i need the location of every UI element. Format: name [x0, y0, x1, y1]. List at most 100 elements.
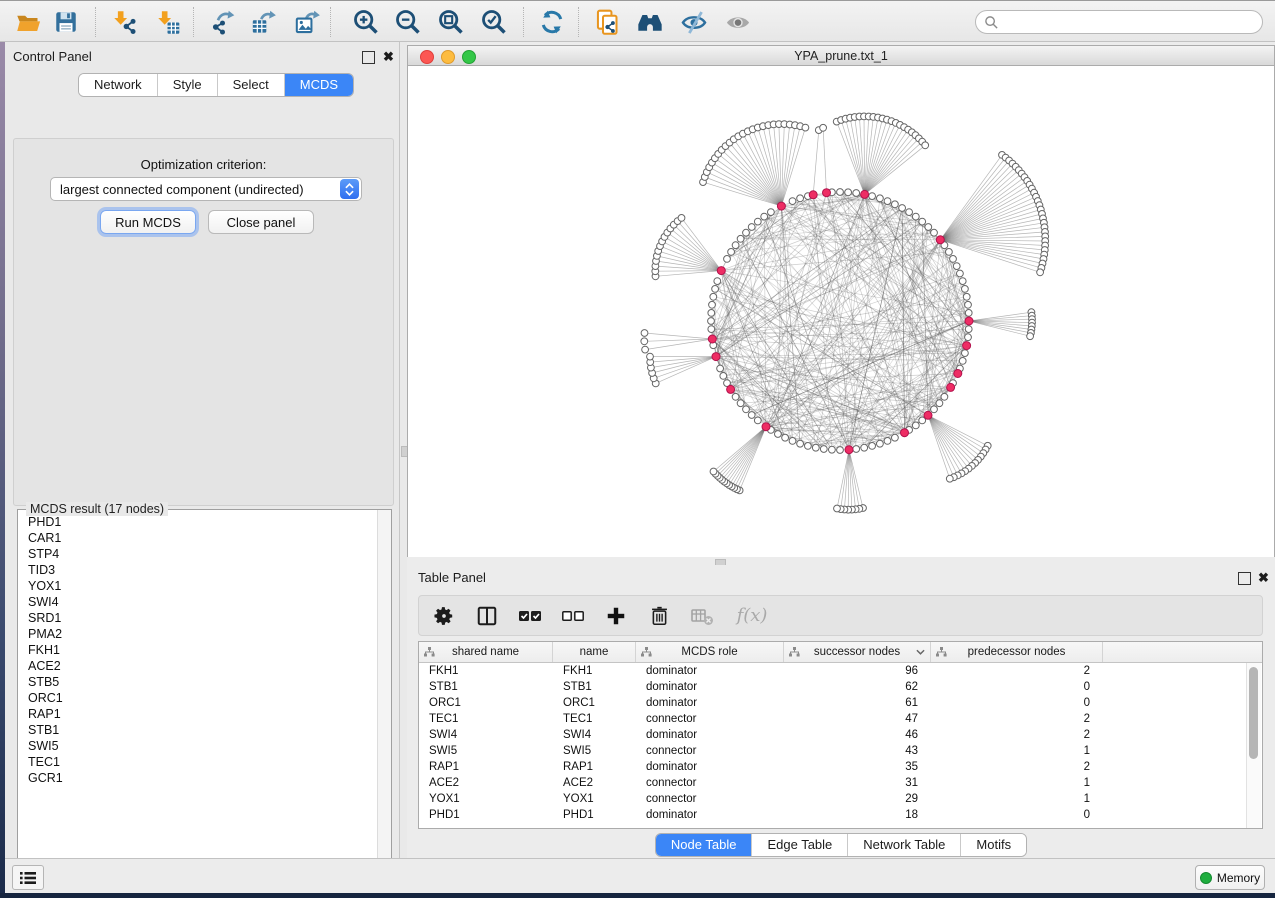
mcds-result-item[interactable]: TEC1	[19, 754, 371, 770]
control-tab-mcds[interactable]: MCDS	[285, 74, 353, 96]
cell-successor-nodes: 18	[784, 809, 931, 821]
mcds-result-item[interactable]: SWI4	[19, 594, 371, 610]
search-field[interactable]	[975, 10, 1263, 34]
open-file-icon[interactable]	[13, 8, 43, 36]
export-table-icon[interactable]	[248, 8, 278, 36]
control-tab-style[interactable]: Style	[158, 74, 218, 96]
mcds-result-item[interactable]: PHD1	[19, 514, 371, 530]
table-settings-gear-icon[interactable]	[431, 603, 457, 629]
network-canvas[interactable]	[407, 66, 1275, 558]
float-panel-icon[interactable]	[362, 51, 375, 64]
column-header-MCDS-role[interactable]: MCDS role	[636, 642, 784, 662]
cell-shared-name: SWI4	[419, 729, 553, 741]
table-row[interactable]: ACE2ACE2connector311	[419, 775, 1262, 791]
table-row[interactable]: YOX1YOX1connector291	[419, 791, 1262, 807]
table-tab-motifs[interactable]: Motifs	[961, 834, 1026, 856]
main-toolbar	[0, 0, 1275, 42]
zoom-fit-icon[interactable]	[436, 8, 466, 36]
network-window-titlebar[interactable]: YPA_prune.txt_1	[407, 45, 1275, 66]
table-row[interactable]: SWI4SWI4dominator462	[419, 727, 1262, 743]
save-session-icon[interactable]	[51, 8, 81, 36]
show-graphics-details-icon[interactable]	[723, 8, 753, 36]
cell-MCDS-role: connector	[636, 713, 784, 725]
deselect-all-icon[interactable]	[560, 603, 586, 629]
task-history-button[interactable]	[12, 865, 44, 890]
mcds-result-item[interactable]: CAR1	[19, 530, 371, 546]
import-table-icon[interactable]	[152, 8, 182, 36]
search-objects-icon[interactable]	[635, 8, 665, 36]
column-chooser-icon[interactable]	[474, 603, 500, 629]
search-icon	[984, 15, 999, 30]
cell-name: RAP1	[553, 761, 636, 773]
table-row[interactable]: RAP1RAP1dominator352	[419, 759, 1262, 775]
table-toolbar: f(x)	[418, 595, 1263, 636]
cell-shared-name: FKH1	[419, 665, 553, 677]
mcds-result-item[interactable]: YOX1	[19, 578, 371, 594]
delete-table-icon[interactable]	[689, 603, 715, 629]
table-panel-titlebar: Table Panel ✖	[407, 567, 1275, 589]
control-tab-select[interactable]: Select	[218, 74, 285, 96]
close-panel-icon[interactable]: ✖	[383, 50, 394, 63]
search-input[interactable]	[999, 14, 1262, 30]
mcds-result-item[interactable]: SRD1	[19, 610, 371, 626]
mcds-result-item[interactable]: PMA2	[19, 626, 371, 642]
memory-label: Memory	[1217, 871, 1260, 885]
function-builder-icon[interactable]: f(x)	[732, 603, 772, 629]
hide-graphics-details-icon[interactable]	[679, 8, 709, 36]
table-row[interactable]: PHD1PHD1dominator180	[419, 807, 1262, 823]
table-row[interactable]: FKH1FKH1dominator962	[419, 663, 1262, 679]
column-header-shared-name[interactable]: shared name	[419, 642, 553, 662]
clone-network-icon[interactable]	[592, 8, 622, 36]
table-tab-network-table[interactable]: Network Table	[848, 834, 961, 856]
column-header-name[interactable]: name	[553, 642, 636, 662]
import-network-icon[interactable]	[108, 8, 138, 36]
vertical-splitter[interactable]	[400, 42, 407, 858]
cell-successor-nodes: 31	[784, 777, 931, 789]
status-bar: Memory	[5, 858, 1275, 893]
float-panel-icon[interactable]	[1238, 572, 1251, 585]
criterion-dropdown[interactable]: largest connected component (undirected)	[50, 177, 362, 201]
mcds-result-item[interactable]: STB1	[19, 722, 371, 738]
zoom-in-icon[interactable]	[351, 8, 381, 36]
column-header-successor-nodes[interactable]: successor nodes	[784, 642, 931, 662]
control-tab-network[interactable]: Network	[79, 74, 158, 96]
toolbar-separator	[330, 7, 331, 37]
close-panel-icon[interactable]: ✖	[1258, 571, 1269, 584]
mcds-result-item[interactable]: TID3	[19, 562, 371, 578]
mcds-result-item[interactable]: GCR1	[19, 770, 371, 786]
export-image-icon[interactable]	[292, 8, 322, 36]
column-header-predecessor-nodes[interactable]: predecessor nodes	[931, 642, 1103, 662]
export-network-icon[interactable]	[207, 8, 237, 36]
table-row[interactable]: SWI5SWI5connector431	[419, 743, 1262, 759]
mcds-result-item[interactable]: STB5	[19, 674, 371, 690]
table-scrollbar[interactable]	[1246, 663, 1261, 828]
close-panel-button[interactable]: Close panel	[208, 210, 314, 234]
mcds-result-item[interactable]: RAP1	[19, 706, 371, 722]
run-mcds-button[interactable]: Run MCDS	[100, 210, 196, 234]
table-row[interactable]: TEC1TEC1connector472	[419, 711, 1262, 727]
zoom-selected-icon[interactable]	[479, 8, 509, 36]
mcds-result-item[interactable]: ORC1	[19, 690, 371, 706]
cell-predecessor-nodes: 0	[931, 681, 1103, 693]
mcds-result-item[interactable]: ACE2	[19, 658, 371, 674]
table-tab-node-table[interactable]: Node Table	[656, 834, 753, 856]
zoom-out-icon[interactable]	[393, 8, 423, 36]
select-all-icon[interactable]	[517, 603, 543, 629]
sort-chevron-icon[interactable]	[916, 649, 925, 655]
scrollbar-thumb[interactable]	[1249, 667, 1258, 759]
mcds-result-item[interactable]: FKH1	[19, 642, 371, 658]
network-graph[interactable]	[408, 66, 1274, 557]
horizontal-splitter[interactable]	[407, 557, 1275, 565]
tree-column-icon	[641, 647, 652, 657]
table-row[interactable]: STB1STB1dominator620	[419, 679, 1262, 695]
refresh-icon[interactable]	[537, 8, 567, 36]
mcds-result-list[interactable]: PHD1CAR1STP4TID3YOX1SWI4SRD1PMA2FKH1ACE2…	[19, 514, 371, 874]
table-tab-edge-table[interactable]: Edge Table	[752, 834, 848, 856]
mcds-result-item[interactable]: STP4	[19, 546, 371, 562]
add-column-icon[interactable]	[603, 603, 629, 629]
mcds-result-item[interactable]: SWI5	[19, 738, 371, 754]
table-row[interactable]: ORC1ORC1dominator610	[419, 695, 1262, 711]
mcds-result-scrollbar[interactable]	[377, 510, 391, 881]
delete-column-icon[interactable]	[646, 603, 672, 629]
memory-button[interactable]: Memory	[1195, 865, 1265, 890]
